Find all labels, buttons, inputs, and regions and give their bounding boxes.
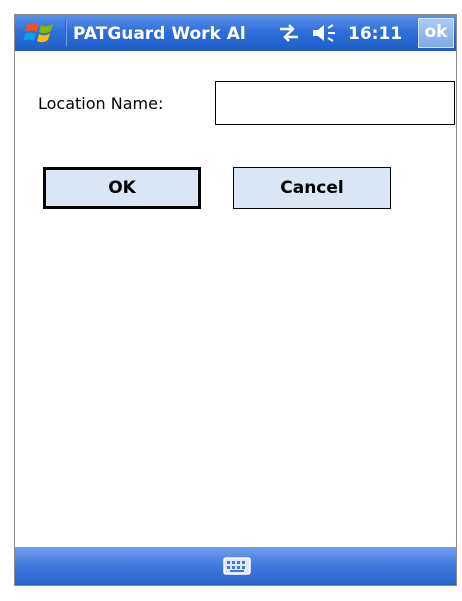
windows-flag-icon [23, 23, 53, 43]
title-ok-button[interactable]: ok [418, 18, 454, 48]
location-name-input[interactable] [215, 81, 455, 125]
ok-button[interactable]: OK [43, 167, 201, 209]
volume-icon[interactable] [311, 23, 339, 43]
window-title: PATGuard Work Al [73, 24, 246, 44]
start-menu-button[interactable] [21, 19, 61, 47]
device-screen: PATGuard Work Al 16:11 ok Location Name:… [14, 14, 457, 586]
title-bar: PATGuard Work Al 16:11 ok [15, 15, 456, 51]
keyboard-icon[interactable] [223, 557, 251, 575]
clock[interactable]: 16:11 [348, 23, 414, 45]
cancel-button[interactable]: Cancel [233, 167, 391, 209]
menu-bar [15, 547, 456, 585]
location-name-label: Location Name: [38, 94, 164, 113]
connectivity-icon[interactable] [277, 24, 301, 42]
title-separator [65, 20, 67, 46]
